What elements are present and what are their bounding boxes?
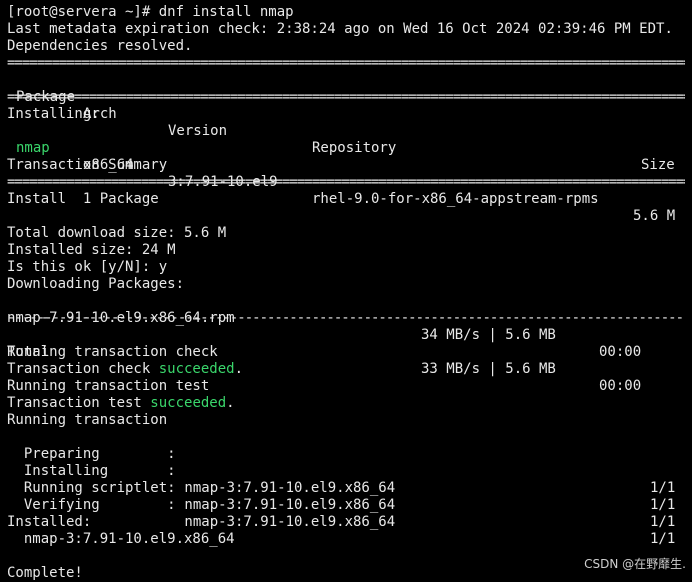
double-rule: ========================================… (7, 89, 685, 105)
total-speed: 33 MB/s | 5.6 MB (421, 361, 556, 377)
install-count: Install 1 Package (7, 191, 159, 207)
package-repository: rhel-9.0-for-x86_64-appstream-rpms (312, 191, 599, 207)
step-row: Preparing : 1/1 (0, 429, 692, 496)
step-row: Installing : nmap-3:7.91-10.el9.x86_64 1… (0, 446, 692, 513)
terminal-window[interactable]: [root@servera ~]# dnf install nmap Last … (0, 0, 692, 581)
step-count: 1/1 (650, 497, 676, 513)
step-package: nmap-3:7.91-10.el9.x86_64 (176, 514, 396, 530)
step-count: 1/1 (650, 531, 676, 547)
step-label: Verifying : (7, 497, 176, 513)
double-rule: ========================================… (7, 55, 685, 71)
transaction-test-line: Transaction test succeeded. (7, 395, 235, 412)
package-row: nmap x86_64 3:7.91-10.el9 rhel-9.0-for-x… (0, 123, 692, 224)
transaction-check-line: Transaction check succeeded. (7, 361, 243, 378)
check-status: succeeded (158, 361, 235, 377)
step-count: 1/1 (650, 514, 676, 530)
check-prefix: Transaction check (7, 361, 159, 377)
test-prefix: Transaction test (7, 395, 151, 411)
downloading-packages: Downloading Packages: (7, 276, 185, 292)
transaction-summary-heading: Transaction Summary (7, 157, 168, 173)
download-time: 00:00 (599, 344, 642, 360)
step-row: Verifying : nmap-3:7.91-10.el9.x86_64 1/… (0, 480, 692, 547)
test-suffix: . (226, 395, 235, 411)
csdn-watermark: CSDN @在野靡生. (584, 557, 686, 571)
total-download-size: Total download size: 5.6 M (7, 225, 227, 241)
check-suffix: . (234, 361, 244, 377)
installing-label: Installing: (7, 106, 100, 122)
running-transaction-test: Running transaction test (7, 378, 210, 394)
installed-size: Installed size: 24 M (7, 242, 176, 258)
download-row: nmap-7.91-10.el9.x86_64.rpm 34 MB/s | 5.… (0, 293, 692, 360)
header-repository: Repository (312, 140, 397, 156)
step-package: nmap-3:7.91-10.el9.x86_64 (176, 497, 396, 513)
double-rule: ========================================… (7, 174, 685, 190)
confirm-prompt: Is this ok [y/N]: y (7, 259, 168, 275)
installed-label: Installed: (7, 514, 92, 530)
running-transaction: Running transaction (7, 412, 168, 428)
total-row: Total 33 MB/s | 5.6 MB 00:00 (0, 327, 692, 394)
complete-message: Complete! (7, 565, 83, 581)
package-name: nmap (16, 140, 50, 156)
single-rule: ----------------------------------------… (7, 310, 685, 326)
package-size: 5.6 M (633, 208, 676, 224)
step-row: Running scriptlet: nmap-3:7.91-10.el9.x8… (0, 463, 692, 530)
command-prompt-line: [root@servera ~]# dnf install nmap (7, 4, 294, 20)
metadata-check-line: Last metadata expiration check: 2:38:24 … (7, 21, 673, 37)
installed-package: nmap-3:7.91-10.el9.x86_64 (7, 531, 235, 547)
header-size: Size (641, 157, 675, 173)
table-header: Package Arch Version Repository Size (0, 72, 692, 173)
running-transaction-check: Running transaction check (7, 344, 218, 360)
total-time: 00:00 (599, 378, 642, 394)
test-status: succeeded (150, 395, 227, 411)
dependencies-resolved-line: Dependencies resolved. (7, 38, 193, 54)
